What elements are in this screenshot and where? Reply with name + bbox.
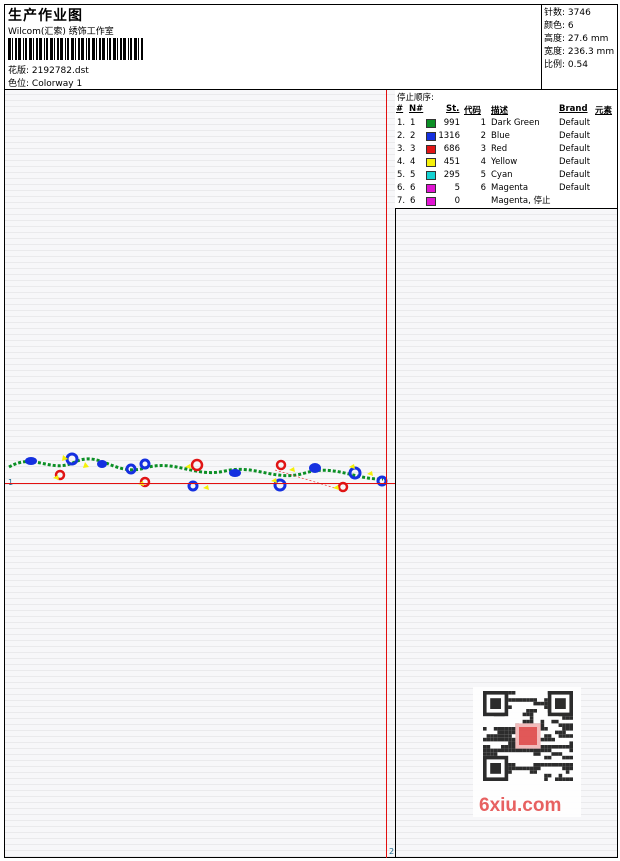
stop-sequence-title: 停止顺序: — [397, 93, 434, 103]
row-num: 5. — [397, 170, 406, 180]
color-swatch — [426, 197, 436, 206]
row-brand: Default — [559, 183, 591, 193]
row-description: Dark Green — [491, 118, 540, 128]
center-guide-horizontal — [5, 483, 395, 484]
qr-code-image — [483, 691, 573, 781]
stop-row: 4. 4 451 4 Yellow Default — [395, 156, 617, 169]
row-needle: 1 — [410, 118, 416, 128]
row-num: 2. — [397, 131, 406, 141]
color-swatch — [426, 119, 436, 128]
design-stats: 针数: 3746 颜色: 6 高度: 27.6 mm 宽度: 236.3 mm … — [541, 5, 617, 89]
col-brand-header: Brand — [559, 104, 588, 114]
color-swatch — [426, 132, 436, 141]
row-brand: Default — [559, 144, 591, 154]
row-code: 1 — [480, 118, 486, 128]
color-swatch — [426, 171, 436, 180]
row-stitches: 0 — [454, 196, 460, 206]
row-stitches: 686 — [443, 144, 460, 154]
row-num: 6. — [397, 183, 406, 193]
center-guide-vertical — [386, 90, 387, 858]
row-num: 3. — [397, 144, 406, 154]
stat-colors: 颜色: 6 — [544, 21, 574, 31]
stop-sequence-panel: 停止顺序: # N# St. 代码 描述 Brand 元素 1. 1 991 1 Dar… — [395, 90, 617, 209]
row-description: Cyan — [491, 170, 513, 180]
row-stitches: 1316 — [438, 131, 460, 141]
row-needle: 6 — [410, 196, 416, 206]
row-code: 4 — [480, 157, 486, 167]
worksheet-header: 生产作业图 Wilcom(汇索) 绣饰工作室 花版: 2192782.dst 色… — [5, 5, 617, 90]
barcode-image — [8, 38, 143, 60]
row-code: 5 — [480, 170, 486, 180]
color-swatch — [426, 184, 436, 193]
stop-row: 6. 6 5 6 Magenta Default — [395, 182, 617, 195]
row-needle: 4 — [410, 157, 416, 167]
color-swatch — [426, 158, 436, 167]
row-needle: 3 — [410, 144, 416, 154]
row-description: Blue — [491, 131, 510, 141]
embroidery-design-area: 1 2 — [5, 90, 396, 858]
row-brand: Default — [559, 170, 591, 180]
row-stitches: 451 — [443, 157, 460, 167]
page-title: 生产作业图 — [8, 8, 83, 24]
row-code: 2 — [480, 131, 486, 141]
watermark: 6xiu.com — [479, 795, 562, 816]
row-brand: Default — [559, 118, 591, 128]
row-code: 3 — [480, 144, 486, 154]
stat-scale: 比例: 0.54 — [544, 60, 588, 70]
stat-stitches: 针数: 3746 — [544, 8, 591, 18]
design-colorway: 色位: Colorway 1 — [8, 79, 83, 89]
stat-height: 高度: 27.6 mm — [544, 34, 609, 44]
production-worksheet: 生产作业图 Wilcom(汇索) 绣饰工作室 花版: 2192782.dst 色… — [4, 4, 618, 858]
color-swatch — [426, 145, 436, 154]
row-num: 1. — [397, 118, 406, 128]
row-stitches: 5 — [454, 183, 460, 193]
col-num-header: # — [396, 104, 404, 114]
row-brand: Default — [559, 131, 591, 141]
row-description: Yellow — [491, 157, 518, 167]
row-num: 4. — [397, 157, 406, 167]
embroidery-vine-graphic — [8, 452, 388, 493]
row-needle: 5 — [410, 170, 416, 180]
stop-row: 7. 6 0 Magenta, 停止 — [395, 195, 617, 208]
col-description-header: 描述 — [491, 106, 509, 116]
stop-row: 2. 2 1316 2 Blue Default — [395, 130, 617, 143]
col-needle-header: N# — [409, 104, 424, 114]
row-num: 7. — [397, 196, 406, 206]
row-description: Red — [491, 144, 508, 154]
row-needle: 2 — [410, 131, 416, 141]
col-code-header: 代码 — [464, 106, 482, 116]
stop-row: 3. 3 686 3 Red Default — [395, 143, 617, 156]
row-stitches: 991 — [443, 118, 460, 128]
stop-row: 5. 5 295 5 Cyan Default — [395, 169, 617, 182]
row-needle: 6 — [410, 183, 416, 193]
studio-name: Wilcom(汇索) 绣饰工作室 — [8, 27, 114, 37]
stat-width: 宽度: 236.3 mm — [544, 47, 615, 57]
row-description: Magenta — [491, 183, 529, 193]
row-brand: Default — [559, 157, 591, 167]
row-stitches: 295 — [443, 170, 460, 180]
design-filename: 花版: 2192782.dst — [8, 66, 89, 76]
stop-row: 1. 1 991 1 Dark Green Default — [395, 117, 617, 130]
end-marker: 2 — [389, 847, 395, 856]
col-stitches-header: St. — [446, 104, 460, 114]
col-element-header: 元素 — [595, 106, 613, 116]
row-description: Magenta, 停止 — [491, 196, 551, 206]
row-code: 6 — [480, 183, 486, 193]
